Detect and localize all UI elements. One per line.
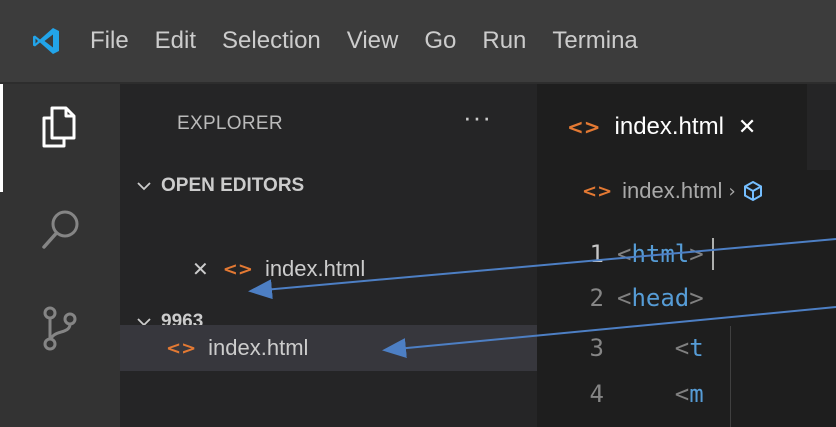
more-actions-button[interactable]: ··· <box>463 102 492 133</box>
activity-bar <box>0 84 120 427</box>
explorer-sidebar: EXPLORER ··· OPEN EDITORS ✕ <> index.htm… <box>120 84 537 427</box>
explorer-title: EXPLORER <box>177 113 283 134</box>
tag-open-bracket: < <box>674 334 690 362</box>
editor-tabs-bar: <> index.html ✕ <box>537 84 836 170</box>
tag-name: head <box>631 284 690 312</box>
folder-filename: index.html <box>208 335 309 360</box>
folder-file-item[interactable]: <> index.html <box>120 325 537 371</box>
tag-open-bracket: < <box>674 380 690 408</box>
active-indicator <box>0 84 3 192</box>
html-file-icon: <> <box>567 115 601 139</box>
code-line[interactable]: 4 < m <box>537 372 836 416</box>
line-number: 2 <box>589 284 604 312</box>
tag-name: html <box>631 240 690 268</box>
tag-name: m <box>689 380 704 408</box>
vscode-logo-icon <box>33 28 59 54</box>
html-file-icon: <> <box>222 258 253 280</box>
vscode-window: File Edit Selection View Go Run Termina … <box>0 0 836 427</box>
line-number: 4 <box>589 380 604 408</box>
code-line[interactable]: 3 < t <box>537 326 836 370</box>
tag-close-bracket: > <box>689 284 704 312</box>
tag-name: t <box>689 334 704 362</box>
tag-open-bracket: < <box>617 284 632 312</box>
tab-label: index.html <box>614 113 724 140</box>
open-editor-item[interactable]: ✕ <> index.html <box>120 246 537 292</box>
menu-terminal[interactable]: Termina <box>539 27 650 55</box>
menu-selection[interactable]: Selection <box>209 27 334 55</box>
code-line[interactable]: 2 < head > <box>537 276 836 320</box>
search-icon[interactable] <box>40 208 82 252</box>
tab-index-html[interactable]: <> index.html ✕ <box>537 84 807 170</box>
tag-open-bracket: < <box>617 240 632 268</box>
menu-view[interactable]: View <box>334 27 412 55</box>
menu-edit[interactable]: Edit <box>142 27 209 55</box>
line-number: 3 <box>589 334 604 362</box>
symbol-element-icon[interactable] <box>742 180 764 202</box>
menu-file[interactable]: File <box>84 27 142 55</box>
menu-go[interactable]: Go <box>411 27 469 55</box>
source-control-icon[interactable] <box>40 304 80 352</box>
breadcrumb-file[interactable]: index.html <box>622 178 722 204</box>
breadcrumb-separator: › <box>728 180 736 202</box>
breadcrumb: <> index.html › <box>537 170 836 212</box>
text-cursor <box>712 238 714 270</box>
menu-run[interactable]: Run <box>469 27 539 55</box>
line-number: 1 <box>589 240 604 268</box>
indent-guide <box>730 326 731 427</box>
tab-close-icon[interactable]: ✕ <box>738 115 756 140</box>
html-file-icon: <> <box>582 180 613 202</box>
close-icon[interactable]: ✕ <box>192 257 209 281</box>
tag-close-bracket: > <box>689 240 704 268</box>
html-file-icon: <> <box>166 337 197 359</box>
code-line[interactable]: 1 < html > <box>537 232 836 276</box>
menu-bar: File Edit Selection View Go Run Termina <box>0 0 836 82</box>
open-editors-label: OPEN EDITORS <box>161 175 305 196</box>
explorer-icon[interactable] <box>40 104 80 150</box>
open-editor-filename: index.html <box>264 256 366 281</box>
open-editors-section[interactable]: OPEN EDITORS <box>120 164 537 208</box>
chevron-down-icon <box>137 182 151 191</box>
